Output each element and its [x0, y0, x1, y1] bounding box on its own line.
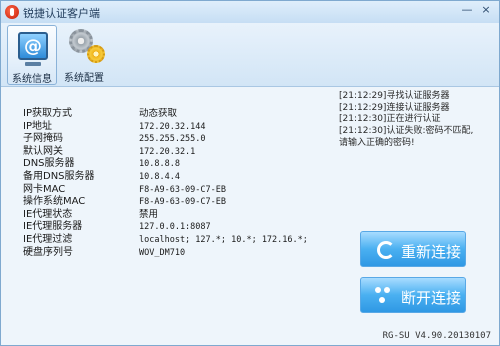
close-button[interactable]: × [478, 3, 494, 17]
client-window: 锐捷认证客户端 — × @ 系统信息 系统配置 IP获取方式 动态获取 IP地址… [0, 0, 500, 346]
log-line: [21:12:29]寻找认证服务器 [339, 91, 450, 101]
info-label: IE代理状态 [23, 208, 73, 220]
window-title: 锐捷认证客户端 [23, 7, 100, 20]
reconnect-button[interactable]: 重新连接 [360, 231, 466, 267]
gear-small-icon [87, 45, 105, 63]
info-label: IP地址 [23, 120, 52, 132]
info-value: 172.20.32.144 [139, 121, 206, 132]
tab-system-info-label: 系统信息 [12, 74, 52, 85]
info-label: 子网掩码 [23, 133, 63, 145]
info-row: 默认网关 172.20.32.1 [23, 146, 313, 159]
info-label: 硬盘序列号 [23, 246, 73, 258]
info-value: F8-A9-63-09-C7-EB [139, 184, 226, 195]
info-row: IE代理状态 禁用 [23, 209, 313, 222]
refresh-icon [377, 241, 395, 259]
info-value: 10.8.8.8 [139, 159, 180, 170]
info-label: 备用DNS服务器 [23, 170, 95, 182]
info-label: IE代理过滤 [23, 233, 73, 245]
info-value: 127.0.0.1:8087 [139, 222, 211, 233]
info-value: 172.20.32.1 [139, 146, 196, 157]
monitor-stand [25, 62, 41, 66]
info-row: IE代理服务器 127.0.0.1:8087 [23, 221, 313, 234]
log-line: [21:12:30]认证失败:密码不匹配, [339, 126, 474, 137]
info-label: IP获取方式 [23, 108, 72, 119]
info-label: DNS服务器 [23, 158, 75, 170]
info-value: 禁用 [139, 208, 159, 220]
version-label: RG-SU V4.90.20130107 [382, 331, 491, 341]
reconnect-label: 重新连接 [401, 243, 462, 261]
info-value: F8-A9-63-09-C7-EB [139, 197, 226, 208]
info-row: 操作系统MAC F8-A9-63-09-C7-EB [23, 196, 313, 209]
disconnect-button[interactable]: 断开连接 [360, 277, 466, 313]
log-line: 请输入正确的密码! [339, 137, 415, 148]
title-bar[interactable]: 锐捷认证客户端 — × [1, 1, 499, 23]
info-row: DNS服务器 10.8.8.8 [23, 158, 313, 171]
info-row: 备用DNS服务器 10.8.4.4 [23, 171, 313, 184]
toolbar: @ 系统信息 系统配置 [1, 23, 499, 87]
info-row: IP获取方式 动态获取 [23, 108, 313, 121]
info-value: 10.8.4.4 [139, 171, 180, 182]
monitor-at-icon: @ [18, 32, 48, 60]
info-label: 操作系统MAC [23, 196, 86, 208]
app-logo-icon [5, 5, 19, 19]
log-line: [21:12:29]连接认证服务器 [339, 102, 450, 113]
info-row: 硬盘序列号 WOV_DM710 [23, 247, 313, 260]
disconnect-icon [375, 287, 397, 307]
system-info-table: IP获取方式 动态获取 IP地址 172.20.32.144 子网掩码 255.… [23, 108, 313, 259]
info-row: IE代理过滤 localhost; 127.*; 10.*; 172.16.*;… [23, 234, 313, 247]
info-row: IP地址 172.20.32.144 [23, 121, 313, 134]
info-row: 网卡MAC F8-A9-63-09-C7-EB [23, 184, 313, 197]
tab-system-info[interactable]: @ 系统信息 [7, 25, 57, 85]
disconnect-label: 断开连接 [401, 289, 462, 307]
tab-system-config-label: 系统配置 [64, 73, 104, 84]
log-line: [21:12:30]正在进行认证 [339, 114, 441, 125]
info-value: 动态获取 [139, 108, 178, 119]
info-label: 网卡MAC [23, 183, 66, 195]
minimize-button[interactable]: — [459, 3, 475, 17]
tab-system-config[interactable]: 系统配置 [59, 25, 109, 85]
info-label: IE代理服务器 [23, 221, 83, 233]
info-row: 子网掩码 255.255.255.0 [23, 133, 313, 146]
auth-log: [21:12:29]寻找认证服务器 [21:12:29]连接认证服务器 [21:… [339, 91, 489, 211]
info-value: localhost; 127.*; 10.*; 172.16.*; 172 [139, 234, 311, 245]
info-value: 255.255.255.0 [139, 134, 206, 145]
info-label: 默认网关 [23, 145, 63, 157]
info-value: WOV_DM710 [139, 247, 186, 258]
